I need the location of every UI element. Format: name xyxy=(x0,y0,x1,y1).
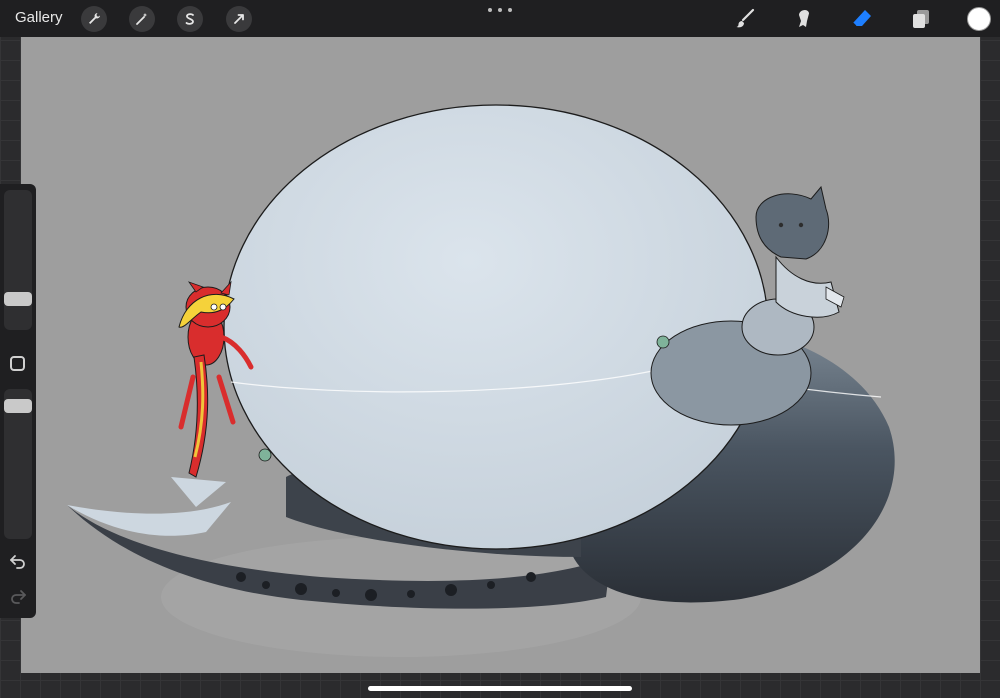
selection-icon xyxy=(185,13,194,25)
tail-fin-upper xyxy=(171,477,226,507)
smudge-icon xyxy=(799,10,809,27)
eraser-icon xyxy=(852,10,871,27)
transform-arrow-icon xyxy=(234,14,244,24)
more-options-icon[interactable] xyxy=(488,4,512,16)
drawing-canvas[interactable] xyxy=(21,37,980,673)
gallery-button[interactable]: Gallery xyxy=(15,9,63,26)
tail-fin xyxy=(67,502,231,536)
left-sidebar xyxy=(0,184,36,618)
brush-button[interactable] xyxy=(733,7,757,31)
wolf-character xyxy=(755,185,845,318)
magic-wand-icon xyxy=(136,13,147,25)
smudge-button[interactable] xyxy=(791,7,815,31)
layers-button[interactable] xyxy=(909,7,933,31)
top-toolbar: Gallery xyxy=(0,0,1000,37)
undo-icon[interactable] xyxy=(8,551,28,571)
layers-icon xyxy=(913,10,929,28)
actions-button[interactable] xyxy=(81,6,107,32)
eraser-button[interactable] xyxy=(850,7,874,31)
opacity-thumb[interactable] xyxy=(4,399,32,413)
color-picker-button[interactable] xyxy=(967,7,991,31)
green-hand-right xyxy=(656,335,670,349)
canvas-artwork xyxy=(67,104,895,657)
selection-button[interactable] xyxy=(177,6,203,32)
transform-button[interactable] xyxy=(226,6,252,32)
large-sphere xyxy=(223,104,769,550)
wrench-icon xyxy=(89,13,100,24)
green-hand-left xyxy=(258,448,272,462)
brush-icon xyxy=(736,8,755,28)
brush-size-slider[interactable] xyxy=(4,190,32,330)
modify-button[interactable] xyxy=(10,356,25,371)
brush-size-thumb[interactable] xyxy=(4,292,32,306)
adjustments-button[interactable] xyxy=(129,6,155,32)
home-indicator[interactable] xyxy=(368,686,632,691)
redo-icon[interactable] xyxy=(8,586,28,606)
